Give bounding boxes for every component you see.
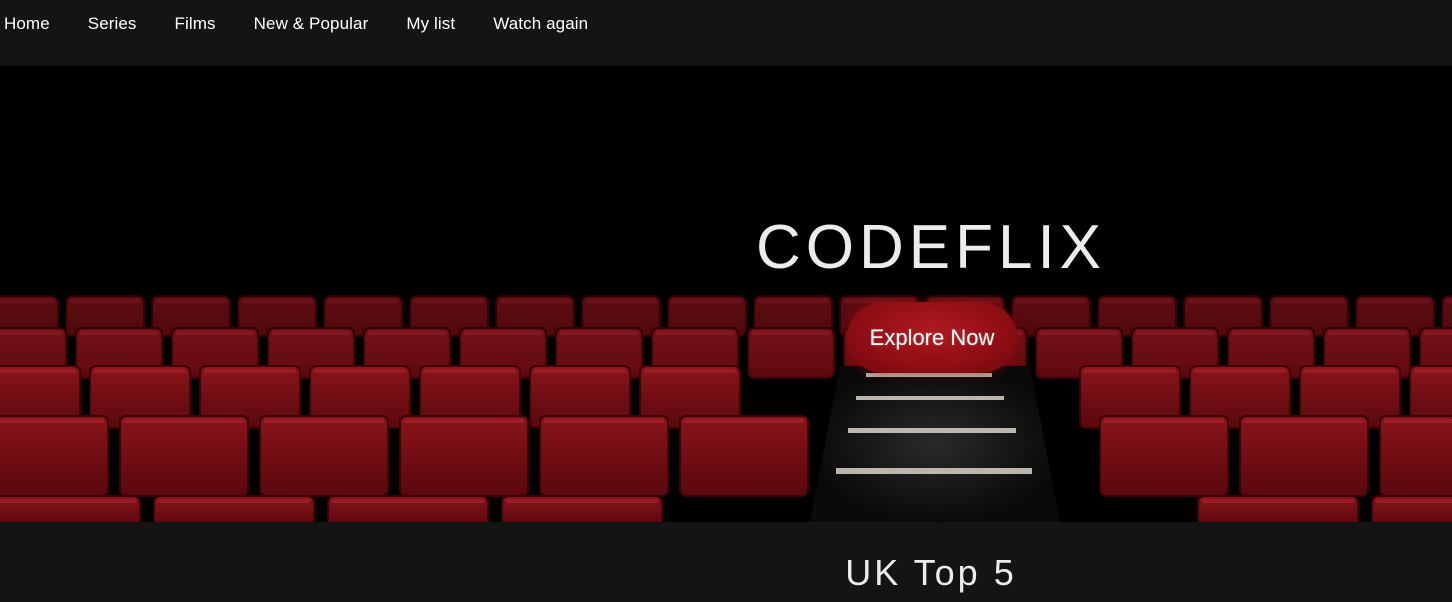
nav-item-my-list[interactable]: My list: [406, 14, 455, 34]
hero-banner: CODEFLIX Explore Now: [0, 66, 1452, 522]
section-title: UK Top 5: [845, 552, 1017, 593]
top-navigation: Home Series Films New & Popular My list …: [0, 0, 1452, 66]
nav-item-new-popular[interactable]: New & Popular: [254, 14, 369, 34]
nav-item-watch-again[interactable]: Watch again: [493, 14, 588, 34]
nav-item-films[interactable]: Films: [175, 14, 216, 34]
nav-list: Home Series Films New & Popular My list …: [0, 0, 1452, 48]
nav-item-series[interactable]: Series: [88, 14, 137, 34]
cinema-seats-image: [0, 66, 1452, 522]
nav-item-home[interactable]: Home: [4, 14, 50, 34]
explore-now-button[interactable]: Explore Now: [847, 302, 1017, 373]
hero-title: CODEFLIX: [755, 213, 1107, 282]
uk-top-5-section: UK Top 5: [0, 522, 1452, 602]
